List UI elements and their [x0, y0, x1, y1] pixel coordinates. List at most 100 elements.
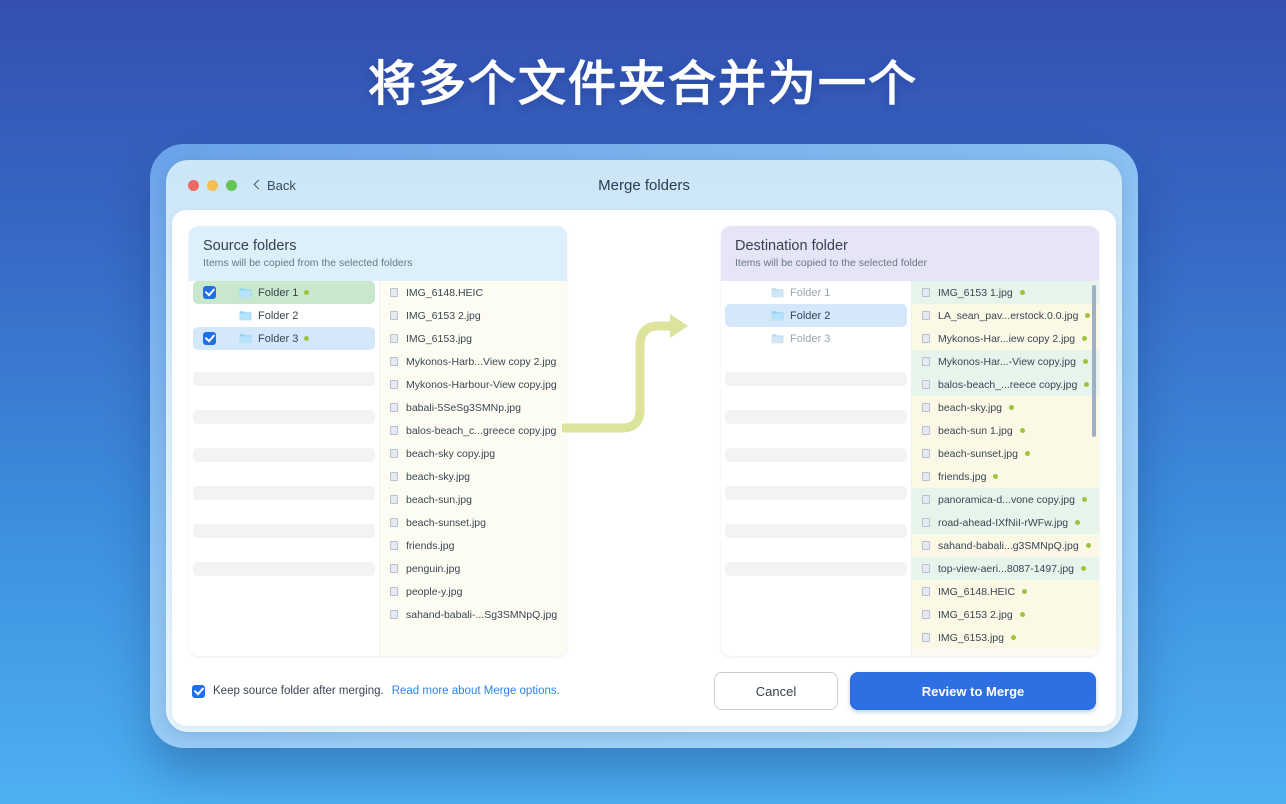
file-icon	[922, 518, 930, 527]
destination-file-item[interactable]: Mykonos-Har...-View copy.jpg	[912, 350, 1099, 373]
file-icon	[922, 334, 930, 343]
destination-file-item[interactable]: road-ahead-IXfNiI-rWFw.jpg	[912, 511, 1099, 534]
destination-file-item[interactable]: friends.jpg	[912, 465, 1099, 488]
file-label: Mykonos-Harb...View copy 2.jpg	[406, 356, 556, 368]
source-file-item[interactable]: Mykonos-Harb...View copy 2.jpg	[380, 350, 567, 373]
merge-arrow-icon	[562, 278, 692, 478]
destination-file-list[interactable]: IMG_6153 1.jpg LA_sean_pav...erstock.0.0.…	[911, 281, 1099, 656]
file-label: Mykonos-Har...-View copy.jpg	[938, 356, 1076, 368]
file-icon	[922, 633, 930, 642]
destination-file-item[interactable]: beach-sunset.jpg	[912, 442, 1099, 465]
destination-file-item[interactable]: beach-sun 1.jpg	[912, 419, 1099, 442]
folder-label: Folder 2	[790, 310, 830, 322]
review-to-merge-button[interactable]: Review to Merge	[850, 672, 1096, 710]
file-label: beach-sunset.jpg	[938, 448, 1018, 460]
file-label: IMG_6153.jpg	[938, 632, 1004, 644]
file-icon	[922, 587, 930, 596]
folder-checkbox-placeholder	[735, 286, 748, 299]
status-dot	[304, 290, 309, 295]
file-icon	[390, 288, 398, 297]
folder-icon	[239, 333, 252, 344]
destination-folder-list[interactable]: Folder 1 Folder 2 Folder 3	[721, 281, 911, 656]
file-label: penguin.jpg	[406, 563, 460, 575]
file-icon	[390, 311, 398, 320]
folder-checkbox[interactable]	[203, 332, 216, 345]
placeholder-row	[193, 562, 375, 576]
cancel-button[interactable]: Cancel	[714, 672, 838, 710]
source-folder-item[interactable]: Folder 2	[193, 304, 375, 327]
source-folder-list[interactable]: Folder 1 Folder 2Folder 3	[189, 281, 379, 656]
source-file-item[interactable]: beach-sun.jpg	[380, 488, 567, 511]
file-label: Mykonos-Har...iew copy 2.jpg	[938, 333, 1075, 345]
folder-checkbox[interactable]	[203, 286, 216, 299]
file-label: babali-5SeSg3SMNp.jpg	[406, 402, 521, 414]
destination-file-item[interactable]: LA_sean_pav...erstock.0.0.jpg	[912, 304, 1099, 327]
source-panel-title: Source folders	[203, 238, 553, 254]
folder-label: Folder 1	[258, 287, 298, 299]
file-label: IMG_6148.HEIC	[406, 287, 483, 299]
file-icon	[390, 587, 398, 596]
source-file-item[interactable]: beach-sky.jpg	[380, 465, 567, 488]
source-file-list[interactable]: IMG_6148.HEIC IMG_6153 2.jpgIMG_6153.jpg M…	[379, 281, 567, 656]
close-icon[interactable]	[188, 180, 199, 191]
status-dot	[1081, 566, 1086, 571]
status-dot	[1020, 428, 1025, 433]
destination-file-item[interactable]: IMG_6153 1.jpg	[912, 281, 1099, 304]
folder-checkbox[interactable]	[203, 309, 216, 322]
destination-folder-item[interactable]: Folder 1	[725, 281, 907, 304]
source-file-item[interactable]: Mykonos-Harbour-View copy.jpg	[380, 373, 567, 396]
file-icon	[390, 541, 398, 550]
folder-icon	[771, 310, 784, 321]
source-file-item[interactable]: balos-beach_c...greece copy.jpg	[380, 419, 567, 442]
destination-panel-header: Destination folder Items will be copied …	[721, 226, 1099, 281]
destination-file-item[interactable]: Mykonos-Har...iew copy 2.jpg	[912, 327, 1099, 350]
destination-file-item[interactable]: IMG_6153.jpg	[912, 626, 1099, 649]
file-icon	[922, 426, 930, 435]
content-card: Source folders Items will be copied from…	[172, 210, 1116, 726]
placeholder-row	[725, 486, 907, 500]
source-file-item[interactable]: friends.jpg	[380, 534, 567, 557]
source-file-item[interactable]: people-y.jpg	[380, 580, 567, 603]
destination-file-item[interactable]: top-view-aeri...8087-1497.jpg	[912, 557, 1099, 580]
keep-source-checkbox[interactable]	[192, 685, 205, 698]
file-icon	[390, 472, 398, 481]
source-file-item[interactable]: babali-5SeSg3SMNp.jpg	[380, 396, 567, 419]
source-file-item[interactable]: IMG_6153 2.jpg	[380, 304, 567, 327]
source-folder-item[interactable]: Folder 1	[193, 281, 375, 304]
status-dot	[1022, 589, 1027, 594]
destination-file-item[interactable]: IMG_6148.HEIC	[912, 580, 1099, 603]
source-file-item[interactable]: IMG_6153.jpg	[380, 327, 567, 350]
file-icon	[390, 380, 398, 389]
destination-file-item[interactable]: sahand-babali...g3SMNpQ.jpg	[912, 534, 1099, 557]
destination-folder-item[interactable]: Folder 2	[725, 304, 907, 327]
maximize-icon[interactable]	[226, 180, 237, 191]
placeholder-row	[193, 372, 375, 386]
source-folder-item[interactable]: Folder 3	[193, 327, 375, 350]
source-file-item[interactable]: penguin.jpg	[380, 557, 567, 580]
destination-file-item[interactable]: panoramica-d...vone copy.jpg	[912, 488, 1099, 511]
file-icon	[922, 403, 930, 412]
destination-folder-item[interactable]: Folder 3	[725, 327, 907, 350]
file-label: LA_sean_pav...erstock.0.0.jpg	[938, 310, 1078, 322]
destination-file-item[interactable]: IMG_6153 2.jpg	[912, 603, 1099, 626]
app-window: Back Merge folders Source folders Items …	[166, 160, 1122, 732]
back-button[interactable]: Back	[255, 178, 296, 193]
destination-list-scrollbar[interactable]	[1092, 285, 1096, 437]
destination-file-item[interactable]: balos-beach_...reece copy.jpg	[912, 373, 1099, 396]
minimize-icon[interactable]	[207, 180, 218, 191]
placeholder-row	[725, 372, 907, 386]
source-file-item[interactable]: beach-sunset.jpg	[380, 511, 567, 534]
placeholder-row	[725, 448, 907, 462]
file-icon	[390, 449, 398, 458]
file-label: beach-sun.jpg	[406, 494, 472, 506]
file-icon	[922, 564, 930, 573]
destination-folder-panel: Destination folder Items will be copied …	[721, 226, 1099, 656]
source-file-item[interactable]: beach-sky copy.jpg	[380, 442, 567, 465]
file-icon	[922, 541, 930, 550]
source-file-item[interactable]: IMG_6148.HEIC	[380, 281, 567, 304]
device-frame: Back Merge folders Source folders Items …	[150, 144, 1138, 748]
destination-file-item[interactable]: beach-sky.jpg	[912, 396, 1099, 419]
source-file-item[interactable]: sahand-babali-...Sg3SMNpQ.jpg	[380, 603, 567, 626]
merge-options-link[interactable]: Read more about Merge options.	[392, 685, 560, 697]
file-label: sahand-babali...g3SMNpQ.jpg	[938, 540, 1079, 552]
